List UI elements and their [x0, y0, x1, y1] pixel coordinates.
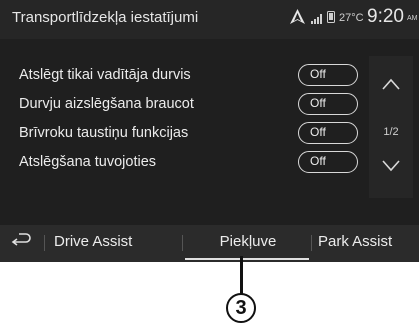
- setting-label: Durvju aizslēgšana braucot: [19, 96, 194, 112]
- page-title: Transportlīdzekļa iestatījumi: [12, 9, 199, 26]
- page-indicator: 1/2: [383, 126, 399, 138]
- tab-park-assist[interactable]: Park Assist: [318, 225, 418, 262]
- setting-row[interactable]: Brīvroku taustiņu funkcijas Off: [0, 119, 360, 149]
- phone-icon: [327, 11, 335, 23]
- setting-label: Atslēgšana tuvojoties: [19, 154, 157, 170]
- chevron-down-icon[interactable]: [369, 148, 413, 184]
- title-bar: Transportlīdzekļa iestatījumi 27°C 9:20 …: [0, 0, 419, 39]
- setting-toggle[interactable]: Off: [298, 151, 358, 173]
- tab-separator: [311, 235, 312, 251]
- tab-drive-assist[interactable]: Drive Assist: [54, 225, 174, 262]
- tab-bar: Drive Assist Piekļuve Park Assist: [0, 225, 419, 262]
- setting-row[interactable]: Atslēgšana tuvojoties Off: [0, 148, 360, 178]
- tab-separator: [182, 235, 183, 251]
- callout-line: [240, 256, 243, 294]
- setting-toggle[interactable]: Off: [298, 93, 358, 115]
- temperature: 27°C: [339, 12, 364, 24]
- setting-row[interactable]: Durvju aizslēgšana braucot Off: [0, 90, 360, 120]
- back-arrow-icon[interactable]: [6, 229, 36, 257]
- settings-screen: Transportlīdzekļa iestatījumi 27°C 9:20 …: [0, 0, 419, 262]
- tab-separator: [44, 235, 45, 251]
- setting-toggle[interactable]: Off: [298, 122, 358, 144]
- navigation-arrow-icon: [290, 9, 305, 24]
- setting-toggle[interactable]: Off: [298, 64, 358, 86]
- setting-label: Brīvroku taustiņu funkcijas: [19, 125, 189, 141]
- setting-label: Atslēgt tikai vadītāja durvis: [19, 67, 191, 83]
- signal-icon: [311, 14, 322, 24]
- clock: 9:20: [367, 6, 404, 27]
- callout-number: 3: [226, 293, 256, 323]
- tab-piekluve[interactable]: Piekļuve: [187, 225, 309, 262]
- chevron-up-icon[interactable]: [369, 66, 413, 102]
- am-pm: AM: [407, 15, 418, 22]
- setting-row[interactable]: Atslēgt tikai vadītāja durvis Off: [0, 61, 360, 91]
- active-tab-indicator: [185, 258, 309, 260]
- scroll-panel: 1/2: [369, 56, 413, 198]
